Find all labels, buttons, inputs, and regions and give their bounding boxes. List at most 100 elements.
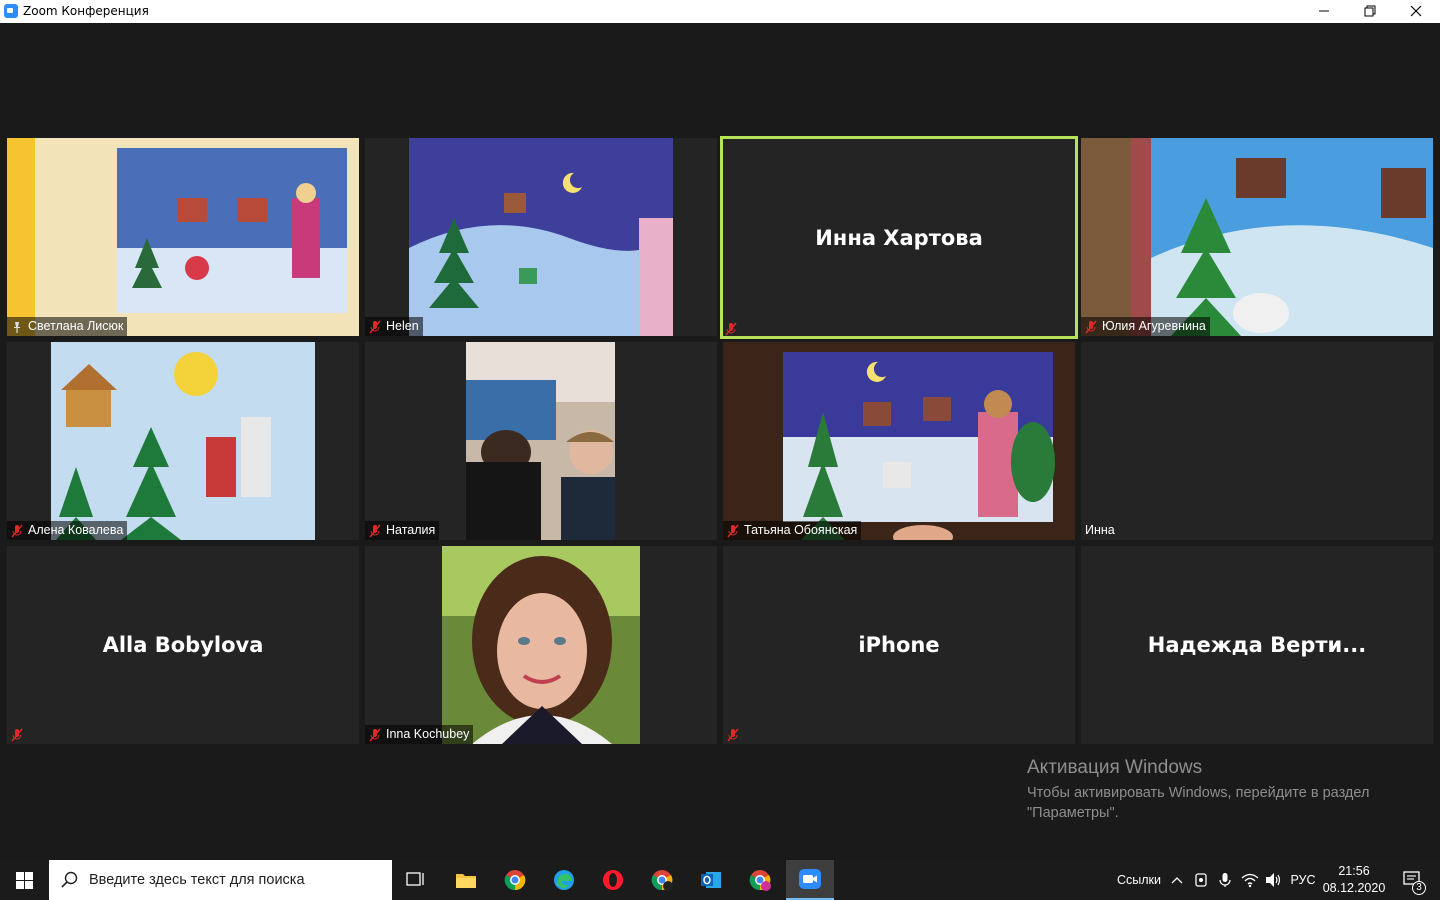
search-icon bbox=[61, 871, 78, 888]
participant-display-name: Надежда Верти... bbox=[1147, 633, 1367, 657]
taskbar-search-box[interactable]: Введите здесь текст для поиска bbox=[49, 860, 392, 900]
winter-drawing-video bbox=[51, 342, 315, 540]
participant-tile[interactable]: Надежда Верти... bbox=[1081, 546, 1433, 744]
participant-name-label: Helen bbox=[365, 317, 423, 336]
winter-drawing-video bbox=[7, 138, 359, 336]
task-view-icon bbox=[406, 872, 424, 886]
restore-button[interactable] bbox=[1347, 0, 1393, 23]
participant-name-label: Инна bbox=[1085, 523, 1115, 537]
zoom-taskbar-button[interactable] bbox=[786, 860, 834, 900]
chevron-up-icon bbox=[1171, 877, 1183, 884]
notification-count-badge: 3 bbox=[1412, 881, 1426, 895]
participant-name-label: Татьяна Обоянская bbox=[723, 521, 862, 540]
zoom-app-icon bbox=[4, 4, 18, 18]
mic-muted-icon bbox=[724, 322, 738, 336]
video-feed bbox=[466, 342, 615, 540]
chrome-icon bbox=[651, 870, 673, 891]
video-feed bbox=[51, 342, 315, 540]
participant-tile[interactable]: Inna Kochubey bbox=[365, 546, 717, 744]
window-title: Zoom Конференция bbox=[23, 4, 149, 18]
close-icon bbox=[1410, 5, 1422, 17]
chrome-icon bbox=[749, 870, 771, 891]
pin-icon bbox=[10, 320, 24, 334]
outlook-icon bbox=[701, 872, 721, 888]
outlook-button[interactable] bbox=[688, 860, 734, 900]
participant-name-label: Inna Kochubey bbox=[365, 725, 474, 744]
winter-drawing-video bbox=[409, 138, 673, 336]
start-button[interactable] bbox=[0, 860, 48, 900]
clock-date: 08.12.2020 bbox=[1322, 881, 1386, 895]
participant-tile[interactable]: Alla Bobylova bbox=[7, 546, 359, 744]
windows-taskbar: Введите здесь текст для поиска Ссылки РУ… bbox=[0, 860, 1440, 900]
network-tray-button[interactable] bbox=[1238, 860, 1262, 900]
participant-name-label: Светлана Лисюк bbox=[7, 317, 128, 336]
clock-time: 21:56 bbox=[1338, 864, 1370, 878]
participant-tile[interactable]: Наталия bbox=[365, 342, 717, 540]
chrome-icon bbox=[504, 870, 526, 891]
video-feed bbox=[409, 138, 673, 336]
chrome-profile2-button[interactable] bbox=[737, 860, 783, 900]
participant-display-name: Alla Bobylova bbox=[102, 633, 264, 657]
mic-muted-icon bbox=[10, 524, 24, 538]
mic-muted-icon bbox=[1084, 320, 1098, 334]
participant-display-name: iPhone bbox=[858, 633, 940, 657]
mic-muted-icon bbox=[726, 728, 740, 742]
participant-tile[interactable]: Юлия Агуревнина bbox=[1081, 138, 1433, 336]
mic-muted-icon bbox=[726, 524, 740, 538]
participant-name-label bbox=[721, 319, 746, 338]
show-hidden-icons-button[interactable] bbox=[1166, 860, 1188, 900]
participant-tile[interactable]: Инна bbox=[1081, 342, 1433, 540]
edge-icon bbox=[554, 870, 574, 890]
mic-muted-icon bbox=[368, 320, 382, 334]
participant-tile[interactable]: iPhone bbox=[723, 546, 1075, 744]
video-feed bbox=[7, 138, 359, 336]
participant-name-label: Юлия Агуревнина bbox=[1081, 317, 1210, 336]
participant-name-label: Наталия bbox=[365, 521, 440, 540]
minimize-button[interactable] bbox=[1301, 0, 1347, 23]
participant-name-label: Алена Ковалева bbox=[7, 521, 128, 540]
video-feed bbox=[1081, 138, 1433, 336]
chrome-button[interactable] bbox=[492, 860, 538, 900]
woman-portrait-photo bbox=[442, 546, 640, 744]
profile-photo bbox=[442, 546, 640, 744]
restore-icon bbox=[1364, 5, 1376, 17]
speaker-icon bbox=[1266, 873, 1281, 887]
chrome-profile-button[interactable] bbox=[639, 860, 685, 900]
people-video bbox=[466, 342, 615, 540]
watermark-line2: "Параметры". bbox=[1027, 805, 1119, 821]
edge-button[interactable] bbox=[541, 860, 587, 900]
clock[interactable]: 21:56 08.12.2020 bbox=[1320, 860, 1388, 900]
winter-drawing-video bbox=[723, 342, 1075, 540]
opera-button[interactable] bbox=[590, 860, 636, 900]
language-indicator[interactable]: РУС bbox=[1288, 860, 1318, 900]
participant-display-name: Инна Хартова bbox=[815, 225, 983, 250]
action-center-button[interactable]: 3 bbox=[1392, 860, 1432, 900]
links-label: Ссылки bbox=[1116, 873, 1161, 887]
file-explorer-icon bbox=[456, 874, 476, 888]
participant-name-label bbox=[723, 725, 748, 744]
video-feed bbox=[723, 342, 1075, 540]
task-view-button[interactable] bbox=[393, 860, 439, 900]
windows-logo-icon bbox=[15, 871, 33, 889]
window-titlebar: Zoom Конференция bbox=[0, 0, 1440, 23]
device-icon bbox=[1195, 873, 1207, 887]
participant-tile[interactable]: Татьяна Обоянская bbox=[723, 342, 1075, 540]
mic-muted-icon bbox=[368, 524, 382, 538]
windows-activation-watermark: Активация Windows Чтобы активировать Win… bbox=[1027, 757, 1369, 823]
participant-tile[interactable]: Алена Ковалева bbox=[7, 342, 359, 540]
participant-tile-active-speaker[interactable]: Инна Хартова bbox=[720, 136, 1078, 339]
participant-tile[interactable]: Helen bbox=[365, 138, 717, 336]
volume-tray-button[interactable] bbox=[1262, 860, 1286, 900]
video-gallery: Светлана Лисюк Helen Инна Хартова Юлия А… bbox=[0, 23, 1440, 860]
watermark-line1: Чтобы активировать Windows, перейдите в … bbox=[1027, 785, 1370, 801]
microphone-tray-button[interactable] bbox=[1214, 860, 1236, 900]
mic-muted-icon bbox=[10, 728, 24, 742]
people-tray-button[interactable] bbox=[1190, 860, 1212, 900]
participant-tile[interactable]: Светлана Лисюк bbox=[7, 138, 359, 336]
file-explorer-button[interactable] bbox=[443, 860, 489, 900]
close-button[interactable] bbox=[1393, 0, 1439, 23]
microphone-icon bbox=[1219, 873, 1231, 887]
watermark-heading: Активация Windows bbox=[1027, 757, 1203, 778]
winter-drawing-video bbox=[1081, 138, 1433, 336]
links-toolbar[interactable]: Ссылки bbox=[1112, 860, 1166, 900]
